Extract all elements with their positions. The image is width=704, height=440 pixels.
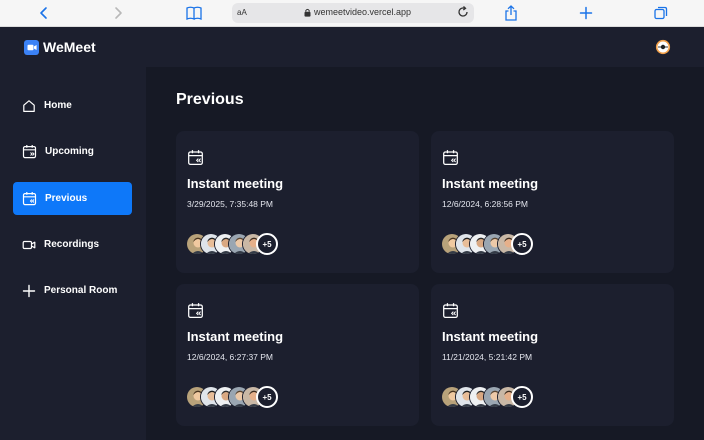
sidebar-item-previous[interactable]: Previous: [13, 182, 132, 215]
sidebar-item-label: Home: [44, 100, 72, 111]
calendar-previous-icon: [22, 192, 37, 206]
forward-icon[interactable]: [108, 4, 128, 22]
tabs-overview-icon[interactable]: [651, 4, 671, 22]
calendar-previous-icon: [187, 149, 204, 171]
meeting-card[interactable]: Instant meeting 12/6/2024, 6:28:56 PM +5: [431, 131, 674, 273]
meeting-title: Instant meeting: [442, 329, 539, 344]
calendar-previous-icon: [442, 302, 459, 324]
bookmarks-icon[interactable]: [184, 4, 204, 22]
sidebar: Home Upcoming Previous Recordings Person…: [0, 67, 146, 440]
sidebar-item-label: Personal Room: [44, 285, 118, 296]
sidebar-item-upcoming[interactable]: Upcoming: [13, 135, 132, 168]
address-bar[interactable]: aA wemeetvideo.vercel.app: [232, 3, 474, 23]
main-content: Previous Instant meeting 3/29/2025, 7:35…: [146, 67, 704, 440]
new-tab-icon[interactable]: [576, 4, 596, 22]
app-header: WeMeet: [0, 27, 704, 67]
home-icon: [23, 99, 35, 112]
browser-toolbar: aA wemeetvideo.vercel.app: [0, 0, 704, 27]
meeting-date: 12/6/2024, 6:27:37 PM: [187, 352, 274, 362]
more-participants-badge: +5: [511, 386, 533, 408]
meeting-card[interactable]: Instant meeting 3/29/2025, 7:35:48 PM +5: [176, 131, 419, 273]
meeting-date: 11/21/2024, 5:21:42 PM: [442, 352, 533, 362]
sidebar-item-recordings[interactable]: Recordings: [13, 228, 132, 261]
text-size-button[interactable]: aA: [237, 8, 247, 17]
meeting-title: Instant meeting: [187, 176, 284, 191]
calendar-previous-icon: [442, 149, 459, 171]
sidebar-item-label: Recordings: [44, 239, 100, 250]
back-icon[interactable]: [34, 4, 54, 22]
sidebar-item-label: Previous: [45, 193, 88, 204]
user-avatar-icon[interactable]: [655, 39, 671, 55]
logo-camera-icon: [24, 39, 39, 55]
calendar-previous-icon: [187, 302, 204, 324]
calendar-upcoming-icon: [22, 145, 37, 159]
share-icon[interactable]: [501, 4, 521, 22]
more-participants-badge: +5: [256, 386, 278, 408]
url-text: wemeetvideo.vercel.app: [314, 7, 412, 17]
more-participants-badge: +5: [256, 233, 278, 255]
meeting-date: 12/6/2024, 6:28:56 PM: [442, 199, 529, 209]
sidebar-item-label: Upcoming: [45, 146, 94, 157]
meeting-date: 3/29/2025, 7:35:48 PM: [187, 199, 274, 209]
sidebar-item-home[interactable]: Home: [13, 89, 132, 122]
meeting-title: Instant meeting: [442, 176, 539, 191]
reload-icon[interactable]: [456, 5, 470, 19]
meeting-title: Instant meeting: [187, 329, 284, 344]
plus-icon: [22, 284, 36, 297]
meeting-card[interactable]: Instant meeting 12/6/2024, 6:27:37 PM +5: [176, 284, 419, 426]
sidebar-item-personal-room[interactable]: Personal Room: [13, 274, 132, 307]
more-participants-badge: +5: [511, 233, 533, 255]
lock-icon: [304, 8, 311, 17]
app-logo[interactable]: WeMeet: [24, 39, 96, 55]
meeting-card[interactable]: Instant meeting 11/21/2024, 5:21:42 PM +…: [431, 284, 674, 426]
page-title: Previous: [176, 91, 244, 108]
video-icon: [22, 240, 36, 249]
app-name: WeMeet: [43, 39, 96, 55]
